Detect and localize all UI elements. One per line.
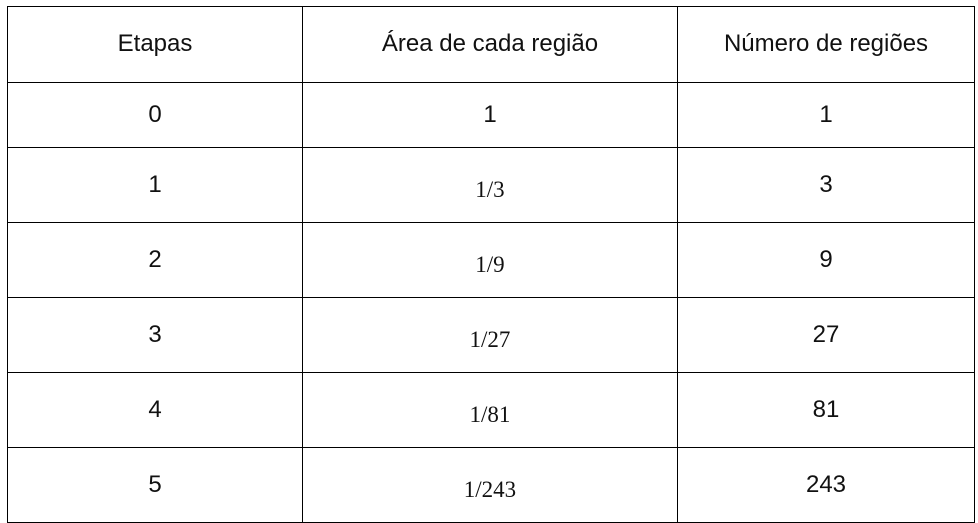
table-row: 3 1/27 27: [7, 297, 975, 373]
cell-area: 1/3: [302, 147, 678, 223]
header-row: Etapas Área de cada região Número de reg…: [7, 6, 975, 83]
table-row: 5 1/243 243: [7, 447, 975, 523]
cell-numero: 3: [677, 147, 975, 223]
cell-etapa: 0: [7, 82, 303, 148]
table-row: 0 1 1: [7, 82, 975, 148]
cell-numero: 243: [677, 447, 975, 523]
cell-numero: 9: [677, 222, 975, 298]
table-row: 1 1/3 3: [7, 147, 975, 223]
cell-numero: 27: [677, 297, 975, 373]
cell-area: 1/27: [302, 297, 678, 373]
cell-etapa: 3: [7, 297, 303, 373]
cell-area: 1/81: [302, 372, 678, 448]
cell-numero: 81: [677, 372, 975, 448]
stages-table: Etapas Área de cada região Número de reg…: [7, 6, 975, 523]
cell-etapa: 5: [7, 447, 303, 523]
header-area: Área de cada região: [302, 6, 678, 83]
header-etapas: Etapas: [7, 6, 303, 83]
cell-etapa: 4: [7, 372, 303, 448]
table-row: 2 1/9 9: [7, 222, 975, 298]
cell-etapa: 2: [7, 222, 303, 298]
cell-numero: 1: [677, 82, 975, 148]
cell-area: 1/243: [302, 447, 678, 523]
table-row: 4 1/81 81: [7, 372, 975, 448]
cell-area: 1: [302, 82, 678, 148]
cell-etapa: 1: [7, 147, 303, 223]
header-numero: Número de regiões: [677, 6, 975, 83]
cell-area: 1/9: [302, 222, 678, 298]
